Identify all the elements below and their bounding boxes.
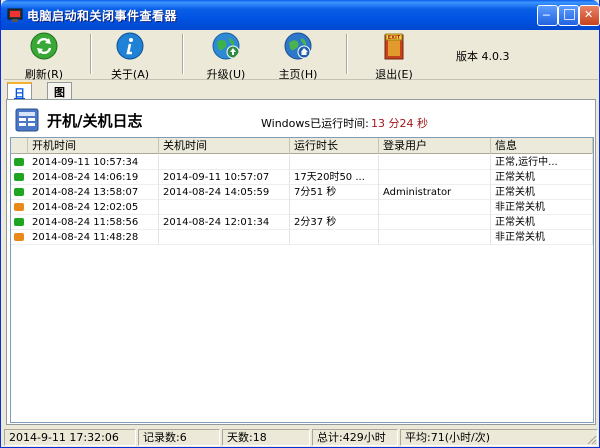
table-row[interactable]: 2014-08-24 11:48:28 非正常关机	[11, 230, 593, 245]
column-duration[interactable]: 运行时长	[290, 138, 379, 154]
resize-grip-icon[interactable]	[585, 433, 597, 445]
cell-user	[379, 215, 491, 230]
cell-shutdown-time: 2014-08-24 12:01:34	[159, 215, 290, 230]
maximize-icon: □	[563, 6, 577, 22]
tab-chart[interactable]: 图表	[47, 82, 72, 115]
toolbar-separator	[182, 34, 184, 74]
globe-upgrade-icon	[212, 32, 240, 60]
status-days: 天数:18	[222, 429, 310, 446]
cell-duration	[290, 155, 379, 170]
cell-duration: 7分51 秒	[290, 185, 379, 200]
cell-info: 非正常关机	[491, 200, 593, 215]
home-label: 主页(H)	[278, 68, 318, 81]
app-window: 电脑启动和关闭事件查看器 ─ □ ✕ 刷新(R) 关于(A) 升级(U) 主页(…	[0, 0, 600, 448]
globe-home-icon	[284, 32, 312, 60]
cell-info: 非正常关机	[491, 230, 593, 245]
panel-title: 开机/关机日志	[47, 112, 143, 130]
log-panel: 开机/关机日志 Windows已运行时间: 13 分24 秒 开机时间 关机时间…	[6, 99, 596, 425]
column-user[interactable]: 登录用户	[379, 138, 491, 154]
status-abnormal-icon	[14, 233, 24, 241]
column-info[interactable]: 信息	[491, 138, 593, 154]
uptime-value: 13 分24 秒	[371, 117, 428, 130]
maximize-button[interactable]: □	[558, 5, 579, 26]
cell-duration	[290, 200, 379, 215]
cell-boot-time: 2014-08-24 14:06:19	[28, 170, 159, 185]
upgrade-button[interactable]: 升级(U)	[194, 32, 258, 81]
log-table-icon	[15, 108, 39, 132]
column-status[interactable]	[11, 138, 28, 154]
status-average: 平均:71(小时/次)	[400, 429, 598, 446]
status-datetime: 2014-9-11 17:32:06	[4, 429, 136, 446]
minimize-button[interactable]: ─	[537, 5, 558, 26]
close-button[interactable]: ✕	[579, 5, 600, 26]
cell-shutdown-time	[159, 200, 290, 215]
status-total: 总计:429小时	[312, 429, 398, 446]
cell-shutdown-time	[159, 155, 290, 170]
cell-boot-time: 2014-08-24 11:48:28	[28, 230, 159, 245]
status-normal-icon	[14, 188, 24, 196]
home-button[interactable]: 主页(H)	[266, 32, 330, 81]
cell-shutdown-time: 2014-09-11 10:57:07	[159, 170, 290, 185]
status-normal-icon	[14, 218, 24, 226]
table-row[interactable]: 2014-09-11 10:57:34 正常,运行中...	[11, 155, 593, 170]
cell-duration	[290, 230, 379, 245]
cell-info: 正常关机	[491, 185, 593, 200]
status-bar: 2014-9-11 17:32:06 记录数:6 天数:18 总计:429小时 …	[4, 428, 598, 446]
tab-log[interactable]: 日志	[7, 82, 32, 116]
info-icon	[116, 32, 144, 60]
column-shutdown-time[interactable]: 关机时间	[159, 138, 290, 154]
status-records: 记录数:6	[138, 429, 220, 446]
exit-door-icon: EXIT	[384, 33, 404, 60]
cell-shutdown-time: 2014-08-24 14:05:59	[159, 185, 290, 200]
upgrade-label: 升级(U)	[206, 68, 246, 81]
cell-user	[379, 170, 491, 185]
event-log-table[interactable]: 开机时间 关机时间 运行时长 登录用户 信息 2014-09-11 10:57:…	[10, 137, 594, 423]
status-abnormal-icon	[14, 203, 24, 211]
refresh-button[interactable]: 刷新(R)	[12, 32, 76, 81]
uptime-label: Windows已运行时间:	[261, 117, 369, 130]
app-icon	[7, 8, 23, 22]
table-row[interactable]: 2014-08-24 11:58:56 2014-08-24 12:01:34 2分…	[11, 215, 593, 230]
toolbar-separator	[346, 34, 348, 74]
minimize-icon: ─	[543, 9, 550, 22]
table-row[interactable]: 2014-08-24 14:06:19 2014-09-11 10:57:07 17…	[11, 170, 593, 185]
toolbar: 刷新(R) 关于(A) 升级(U) 主页(H) EXIT 退出(E) 版本 4.…	[4, 30, 598, 81]
title-bar[interactable]: 电脑启动和关闭事件查看器 ─ □ ✕	[1, 0, 600, 30]
status-normal-icon	[14, 158, 24, 166]
refresh-label: 刷新(R)	[24, 68, 64, 81]
table-row[interactable]: 2014-08-24 13:58:07 2014-08-24 14:05:59 7分…	[11, 185, 593, 200]
column-boot-time[interactable]: 开机时间	[28, 138, 159, 154]
exit-label: 退出(E)	[375, 68, 413, 81]
cell-user: Administrator	[379, 185, 491, 200]
close-icon: ✕	[584, 8, 594, 21]
refresh-icon	[30, 32, 58, 60]
cell-boot-time: 2014-08-24 11:58:56	[28, 215, 159, 230]
cell-info: 正常关机	[491, 170, 593, 185]
cell-user	[379, 200, 491, 215]
cell-duration: 17天20时50 ...	[290, 170, 379, 185]
cell-info: 正常关机	[491, 215, 593, 230]
status-normal-icon	[14, 173, 24, 181]
cell-user	[379, 230, 491, 245]
cell-duration: 2分37 秒	[290, 215, 379, 230]
cell-boot-time: 2014-08-24 12:02:05	[28, 200, 159, 215]
cell-boot-time: 2014-09-11 10:57:34	[28, 155, 159, 170]
exit-button[interactable]: EXIT 退出(E)	[362, 32, 426, 81]
version-label: 版本 4.0.3	[456, 50, 510, 63]
window-title: 电脑启动和关闭事件查看器	[27, 9, 178, 23]
cell-shutdown-time	[159, 230, 290, 245]
cell-boot-time: 2014-08-24 13:58:07	[28, 185, 159, 200]
about-label: 关于(A)	[110, 68, 150, 81]
cell-user	[379, 155, 491, 170]
cell-info: 正常,运行中...	[491, 155, 593, 170]
table-row[interactable]: 2014-08-24 12:02:05 非正常关机	[11, 200, 593, 215]
about-button[interactable]: 关于(A)	[98, 32, 162, 81]
toolbar-separator	[90, 34, 92, 74]
svg-text:EXIT: EXIT	[388, 35, 401, 41]
table-header: 开机时间 关机时间 运行时长 登录用户 信息	[11, 138, 593, 154]
